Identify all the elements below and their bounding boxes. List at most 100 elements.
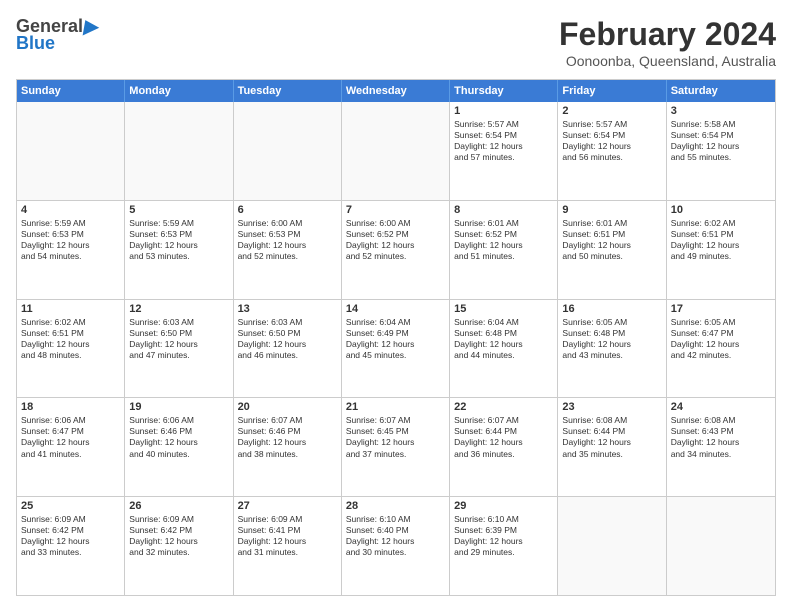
- day-number: 8: [454, 204, 553, 216]
- day-cell-17: 17Sunrise: 6:05 AMSunset: 6:47 PMDayligh…: [667, 300, 775, 398]
- empty-cell-4-5: [558, 497, 666, 595]
- day-cell-21: 21Sunrise: 6:07 AMSunset: 6:45 PMDayligh…: [342, 398, 450, 496]
- day-number: 24: [671, 401, 771, 413]
- week-row-0: 1 Sunrise: 5:57 AMSunset: 6:54 PMDaylight…: [17, 102, 775, 201]
- empty-cell-0-3: [342, 102, 450, 200]
- day-info: Sunrise: 6:02 AMSunset: 6:51 PMDaylight:…: [671, 218, 771, 262]
- day-number: 4: [21, 204, 120, 216]
- day-cell-4: 4 Sunrise: 5:59 AMSunset: 6:53 PMDaylight…: [17, 201, 125, 299]
- day-number: 26: [129, 500, 228, 512]
- week-row-1: 4 Sunrise: 5:59 AMSunset: 6:53 PMDaylight…: [17, 201, 775, 300]
- day-info: Sunrise: 6:09 AMSunset: 6:42 PMDaylight:…: [129, 514, 228, 558]
- day-info: Sunrise: 6:00 AMSunset: 6:53 PMDaylight:…: [238, 218, 337, 262]
- day-info: Sunrise: 6:00 AMSunset: 6:52 PMDaylight:…: [346, 218, 445, 262]
- day-info: Sunrise: 5:59 AMSunset: 6:53 PMDaylight:…: [21, 218, 120, 262]
- day-number: 14: [346, 303, 445, 315]
- day-number: 23: [562, 401, 661, 413]
- day-info: Sunrise: 6:08 AMSunset: 6:44 PMDaylight:…: [562, 415, 661, 459]
- day-number: 9: [562, 204, 661, 216]
- day-cell-10: 10 Sunrise: 6:02 AMSunset: 6:51 PMDayligh…: [667, 201, 775, 299]
- header-monday: Monday: [125, 80, 233, 102]
- day-number: 1: [454, 105, 553, 117]
- day-info: Sunrise: 6:10 AMSunset: 6:39 PMDaylight:…: [454, 514, 553, 558]
- day-number: 10: [671, 204, 771, 216]
- day-number: 11: [21, 303, 120, 315]
- header-tuesday: Tuesday: [234, 80, 342, 102]
- day-number: 27: [238, 500, 337, 512]
- day-cell-3: 3 Sunrise: 5:58 AMSunset: 6:54 PMDaylight…: [667, 102, 775, 200]
- calendar: Sunday Monday Tuesday Wednesday Thursday…: [16, 79, 776, 596]
- day-number: 7: [346, 204, 445, 216]
- title-block: February 2024 Oonoonba, Queensland, Aust…: [559, 16, 776, 69]
- day-cell-7: 7 Sunrise: 6:00 AMSunset: 6:52 PMDaylight…: [342, 201, 450, 299]
- day-cell-24: 24 Sunrise: 6:08 AMSunset: 6:43 PMDayligh…: [667, 398, 775, 496]
- day-info: Sunrise: 6:06 AMSunset: 6:47 PMDaylight:…: [21, 415, 120, 459]
- empty-cell-0-1: [125, 102, 233, 200]
- day-info: Sunrise: 6:02 AMSunset: 6:51 PMDaylight:…: [21, 317, 120, 361]
- day-info: Sunrise: 6:08 AMSunset: 6:43 PMDaylight:…: [671, 415, 771, 459]
- day-number: 12: [129, 303, 228, 315]
- week-row-3: 18 Sunrise: 6:06 AMSunset: 6:47 PMDayligh…: [17, 398, 775, 497]
- day-info: Sunrise: 6:01 AMSunset: 6:51 PMDaylight:…: [562, 218, 661, 262]
- day-info: Sunrise: 6:05 AMSunset: 6:48 PMDaylight:…: [562, 317, 661, 361]
- day-info: Sunrise: 5:59 AMSunset: 6:53 PMDaylight:…: [129, 218, 228, 262]
- day-cell-26: 26 Sunrise: 6:09 AMSunset: 6:42 PMDayligh…: [125, 497, 233, 595]
- day-info: Sunrise: 6:07 AMSunset: 6:46 PMDaylight:…: [238, 415, 337, 459]
- day-number: 2: [562, 105, 661, 117]
- logo-chevron-icon: ▶: [82, 17, 101, 37]
- day-cell-9: 9 Sunrise: 6:01 AMSunset: 6:51 PMDaylight…: [558, 201, 666, 299]
- day-number: 15: [454, 303, 553, 315]
- day-info: Sunrise: 6:03 AMSunset: 6:50 PMDaylight:…: [129, 317, 228, 361]
- day-cell-19: 19 Sunrise: 6:06 AMSunset: 6:46 PMDayligh…: [125, 398, 233, 496]
- day-cell-15: 15Sunrise: 6:04 AMSunset: 6:48 PMDayligh…: [450, 300, 558, 398]
- day-number: 18: [21, 401, 120, 413]
- day-info: Sunrise: 5:58 AMSunset: 6:54 PMDaylight:…: [671, 119, 771, 163]
- day-cell-28: 28Sunrise: 6:10 AMSunset: 6:40 PMDayligh…: [342, 497, 450, 595]
- calendar-body: 1 Sunrise: 5:57 AMSunset: 6:54 PMDaylight…: [17, 102, 775, 595]
- day-info: Sunrise: 6:09 AMSunset: 6:41 PMDaylight:…: [238, 514, 337, 558]
- day-number: 29: [454, 500, 553, 512]
- location-subtitle: Oonoonba, Queensland, Australia: [559, 53, 776, 69]
- day-cell-2: 2 Sunrise: 5:57 AMSunset: 6:54 PMDaylight…: [558, 102, 666, 200]
- header-thursday: Thursday: [450, 80, 558, 102]
- day-cell-25: 25Sunrise: 6:09 AMSunset: 6:42 PMDayligh…: [17, 497, 125, 595]
- day-cell-5: 5 Sunrise: 5:59 AMSunset: 6:53 PMDaylight…: [125, 201, 233, 299]
- day-info: Sunrise: 6:10 AMSunset: 6:40 PMDaylight:…: [346, 514, 445, 558]
- day-cell-18: 18 Sunrise: 6:06 AMSunset: 6:47 PMDayligh…: [17, 398, 125, 496]
- day-number: 22: [454, 401, 553, 413]
- logo-blue: Blue: [16, 33, 55, 54]
- day-info: Sunrise: 6:04 AMSunset: 6:49 PMDaylight:…: [346, 317, 445, 361]
- day-number: 16: [562, 303, 661, 315]
- day-info: Sunrise: 5:57 AMSunset: 6:54 PMDaylight:…: [454, 119, 553, 163]
- day-info: Sunrise: 6:03 AMSunset: 6:50 PMDaylight:…: [238, 317, 337, 361]
- day-info: Sunrise: 6:06 AMSunset: 6:46 PMDaylight:…: [129, 415, 228, 459]
- day-info: Sunrise: 6:09 AMSunset: 6:42 PMDaylight:…: [21, 514, 120, 558]
- day-cell-12: 12 Sunrise: 6:03 AMSunset: 6:50 PMDayligh…: [125, 300, 233, 398]
- week-row-4: 25Sunrise: 6:09 AMSunset: 6:42 PMDayligh…: [17, 497, 775, 595]
- logo: General ▶ Blue: [16, 16, 99, 54]
- day-number: 21: [346, 401, 445, 413]
- day-number: 3: [671, 105, 771, 117]
- day-cell-27: 27 Sunrise: 6:09 AMSunset: 6:41 PMDayligh…: [234, 497, 342, 595]
- header-sunday: Sunday: [17, 80, 125, 102]
- day-cell-11: 11 Sunrise: 6:02 AMSunset: 6:51 PMDayligh…: [17, 300, 125, 398]
- day-cell-20: 20Sunrise: 6:07 AMSunset: 6:46 PMDayligh…: [234, 398, 342, 496]
- day-cell-29: 29 Sunrise: 6:10 AMSunset: 6:39 PMDayligh…: [450, 497, 558, 595]
- calendar-header: Sunday Monday Tuesday Wednesday Thursday…: [17, 80, 775, 102]
- header-friday: Friday: [558, 80, 666, 102]
- day-info: Sunrise: 6:05 AMSunset: 6:47 PMDaylight:…: [671, 317, 771, 361]
- header-wednesday: Wednesday: [342, 80, 450, 102]
- header-saturday: Saturday: [667, 80, 775, 102]
- day-cell-22: 22Sunrise: 6:07 AMSunset: 6:44 PMDayligh…: [450, 398, 558, 496]
- day-number: 5: [129, 204, 228, 216]
- day-cell-8: 8Sunrise: 6:01 AMSunset: 6:52 PMDaylight…: [450, 201, 558, 299]
- day-cell-16: 16 Sunrise: 6:05 AMSunset: 6:48 PMDayligh…: [558, 300, 666, 398]
- day-number: 6: [238, 204, 337, 216]
- day-cell-14: 14 Sunrise: 6:04 AMSunset: 6:49 PMDayligh…: [342, 300, 450, 398]
- empty-cell-0-0: [17, 102, 125, 200]
- day-cell-23: 23 Sunrise: 6:08 AMSunset: 6:44 PMDayligh…: [558, 398, 666, 496]
- week-row-2: 11 Sunrise: 6:02 AMSunset: 6:51 PMDayligh…: [17, 300, 775, 399]
- day-number: 19: [129, 401, 228, 413]
- day-info: Sunrise: 5:57 AMSunset: 6:54 PMDaylight:…: [562, 119, 661, 163]
- page-header: General ▶ Blue February 2024 Oonoonba, Q…: [16, 16, 776, 69]
